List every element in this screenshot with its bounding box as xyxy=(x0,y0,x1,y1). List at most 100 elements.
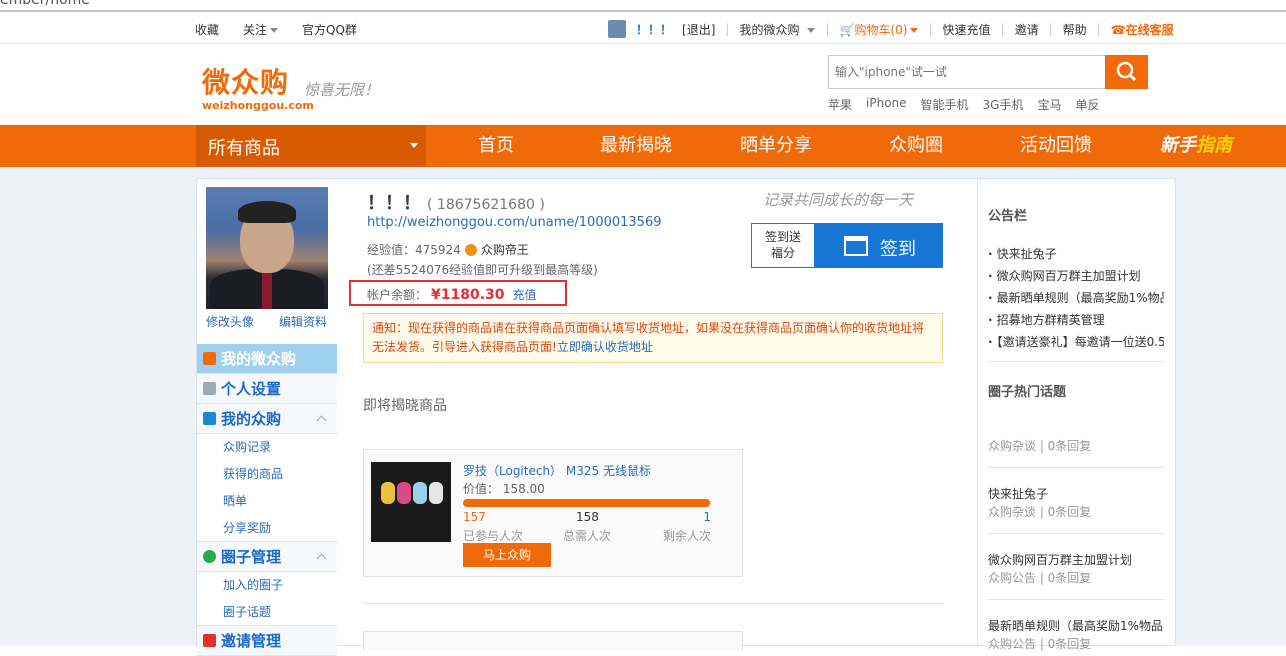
divider xyxy=(988,599,1164,600)
follow-menu[interactable]: 关注 xyxy=(243,21,279,38)
main-nav: 所有商品 首页 最新揭晓 晒单分享 众购圈 活动回馈 新手指南 xyxy=(0,125,1286,167)
participated-count: 157 xyxy=(463,510,486,524)
total-count: 158 xyxy=(576,510,599,524)
topic-item[interactable]: 众购杂谈 | 0条回复 xyxy=(988,419,1164,455)
sidebar-subitem-joined[interactable]: 加入的圈子 xyxy=(197,572,337,599)
sidebar-item-circle[interactable]: 圈子管理 xyxy=(197,542,337,572)
avatar-shape xyxy=(262,273,272,309)
help-link[interactable]: 帮助 xyxy=(1063,21,1087,38)
nav-share[interactable]: 晒单分享 xyxy=(706,125,846,167)
search-input[interactable] xyxy=(828,55,1106,89)
divider: | xyxy=(1096,22,1101,36)
announcement-item[interactable]: 最新晒单规则（最高奖励1%物品 xyxy=(988,287,1164,309)
participated-label: 已参与人次 xyxy=(463,529,524,543)
topic-title[interactable]: 快来扯兔子 xyxy=(988,485,1164,503)
sidebar-subitem-won[interactable]: 获得的商品 xyxy=(197,461,337,488)
all-products-menu[interactable]: 所有商品 xyxy=(196,125,426,167)
checkin-button[interactable]: 签到送 福分 签到 xyxy=(751,223,943,268)
nav-latest[interactable]: 最新揭晓 xyxy=(566,125,706,167)
site-logo[interactable]: 微众购 weizhonggou.com xyxy=(202,61,314,112)
online-service-link[interactable]: ☎在线客服 xyxy=(1111,21,1174,38)
browser-url-bar[interactable]: ember/home xyxy=(0,0,1286,12)
username-link[interactable]: ！！！ xyxy=(636,21,672,38)
announcement-item[interactable]: 微众购网百万群主加盟计划 xyxy=(988,265,1164,287)
home-icon xyxy=(203,352,216,365)
favorite-link[interactable]: 收藏 xyxy=(195,21,219,38)
chevron-down-icon xyxy=(807,27,816,33)
divider: | xyxy=(928,22,933,36)
edit-profile-link[interactable]: 编辑资料 xyxy=(279,313,327,330)
sidebar: 修改头像 编辑资料 我的微众购 个人设置 我的众购 众购记录 获得的商品 晒单 … xyxy=(197,179,337,656)
follow-label: 关注 xyxy=(243,23,268,37)
topic-item[interactable]: 快来扯兔子 众购杂谈 | 0条回复 xyxy=(988,485,1164,521)
hot-keyword[interactable]: iPhone xyxy=(866,96,907,113)
nav-circle[interactable]: 众购圈 xyxy=(846,125,986,167)
sidebar-item-settings[interactable]: 个人设置 xyxy=(197,374,337,404)
topic-title[interactable]: 最新晒单规则（最高奖励1%物品 xyxy=(988,617,1164,635)
avatar-shape xyxy=(238,201,296,223)
search-icon xyxy=(1116,61,1137,82)
chevron-up-icon[interactable] xyxy=(316,415,327,426)
mouse-shape xyxy=(381,482,395,504)
buy-now-button[interactable]: 马上众购 xyxy=(463,543,551,567)
logout-link[interactable]: [退出] xyxy=(682,21,715,38)
announcement-item[interactable]: 【邀请送豪礼】每邀请一位送0.5 xyxy=(988,331,1164,353)
slogan: 惊喜无限！ xyxy=(304,81,380,99)
sidebar-subitem-share[interactable]: 晒单 xyxy=(197,488,337,515)
my-account-menu[interactable]: 我的微众购 xyxy=(739,21,816,38)
profile-url[interactable]: http://weizhonggou.com/uname/1000013569 xyxy=(367,215,662,230)
sidebar-subitem-topics[interactable]: 圈子话题 xyxy=(197,599,337,626)
sidebar-item-invite[interactable]: 邀请管理 xyxy=(197,626,337,656)
url-text: ember/home xyxy=(0,0,90,8)
search-button[interactable] xyxy=(1105,55,1148,89)
mouse-shape xyxy=(429,482,443,504)
user-avatar-small[interactable] xyxy=(608,20,626,38)
announcement-item[interactable]: 招募地方群精英管理 xyxy=(988,309,1164,331)
nav-home[interactable]: 首页 xyxy=(426,125,566,167)
topic-meta: 众购杂谈 | 0条回复 xyxy=(988,439,1092,453)
experience: 经验值：475924 众购帝王 xyxy=(367,241,529,258)
qq-group-link[interactable]: 官方QQ群 xyxy=(302,21,357,38)
topic-title[interactable]: 微众购网百万群主加盟计划 xyxy=(988,551,1164,569)
avatar[interactable] xyxy=(206,187,328,309)
chevron-down-icon xyxy=(410,143,418,148)
hot-keyword[interactable]: 智能手机 xyxy=(921,96,969,113)
product-card: 罗技（Logitech） M325 无线鼠标 价值： 158.00 157 15… xyxy=(363,449,743,577)
nav-activity[interactable]: 活动回馈 xyxy=(986,125,1126,167)
board-title: 公告栏 xyxy=(988,209,1028,224)
level-name: 众购帝王 xyxy=(480,243,529,257)
checkin-reward-line: 福分 xyxy=(770,246,795,260)
topic-item[interactable]: 微众购网百万群主加盟计划 众购公告 | 0条回复 xyxy=(988,551,1164,587)
sidebar-item-label: 邀请管理 xyxy=(221,632,282,650)
product-title[interactable]: 罗技（Logitech） M325 无线鼠标 xyxy=(463,462,651,479)
chevron-up-icon[interactable] xyxy=(316,553,327,564)
hot-keyword[interactable]: 苹果 xyxy=(828,96,852,113)
recharge-link[interactable]: 充值 xyxy=(513,288,537,302)
gear-icon xyxy=(203,382,216,395)
edit-avatar-link[interactable]: 修改头像 xyxy=(206,313,254,330)
divider xyxy=(988,361,1164,362)
product-image[interactable] xyxy=(371,462,451,542)
nav-newbie-guide[interactable]: 新手指南 xyxy=(1126,125,1266,167)
recharge-link[interactable]: 快速充值 xyxy=(943,21,991,38)
sidebar-subitem-reward[interactable]: 分享奖励 xyxy=(197,515,337,542)
product-card xyxy=(363,631,743,651)
hot-keyword[interactable]: 宝马 xyxy=(1037,96,1061,113)
sidebar-item-my-buy[interactable]: 我的众购 xyxy=(197,404,337,434)
confirm-address-link[interactable]: 立即确认收货地址 xyxy=(557,340,653,354)
topic-title[interactable] xyxy=(988,419,1164,437)
sidebar-subitem-records[interactable]: 众购记录 xyxy=(197,434,337,461)
sidebar-item-my-home[interactable]: 我的微众购 xyxy=(197,344,337,374)
topic-item[interactable]: 最新晒单规则（最高奖励1%物品 众购公告 | 0条回复 xyxy=(988,617,1164,653)
total-label: 总需人次 xyxy=(563,529,612,543)
motto: 记录共同成长的每一天 xyxy=(763,191,914,209)
cart-link[interactable]: 🛒购物车(0) xyxy=(840,21,919,38)
search-box xyxy=(828,55,1148,89)
account-balance: 帐户余额： ¥1180.30 充值 xyxy=(349,280,567,306)
hot-keyword[interactable]: 单反 xyxy=(1076,96,1100,113)
invite-link[interactable]: 邀请 xyxy=(1015,21,1039,38)
cart-icon xyxy=(203,412,216,425)
announcement-item[interactable]: 快来扯兔子 xyxy=(988,243,1164,265)
logo-text: 微众购 xyxy=(202,66,290,99)
hot-keyword[interactable]: 3G手机 xyxy=(983,96,1024,113)
